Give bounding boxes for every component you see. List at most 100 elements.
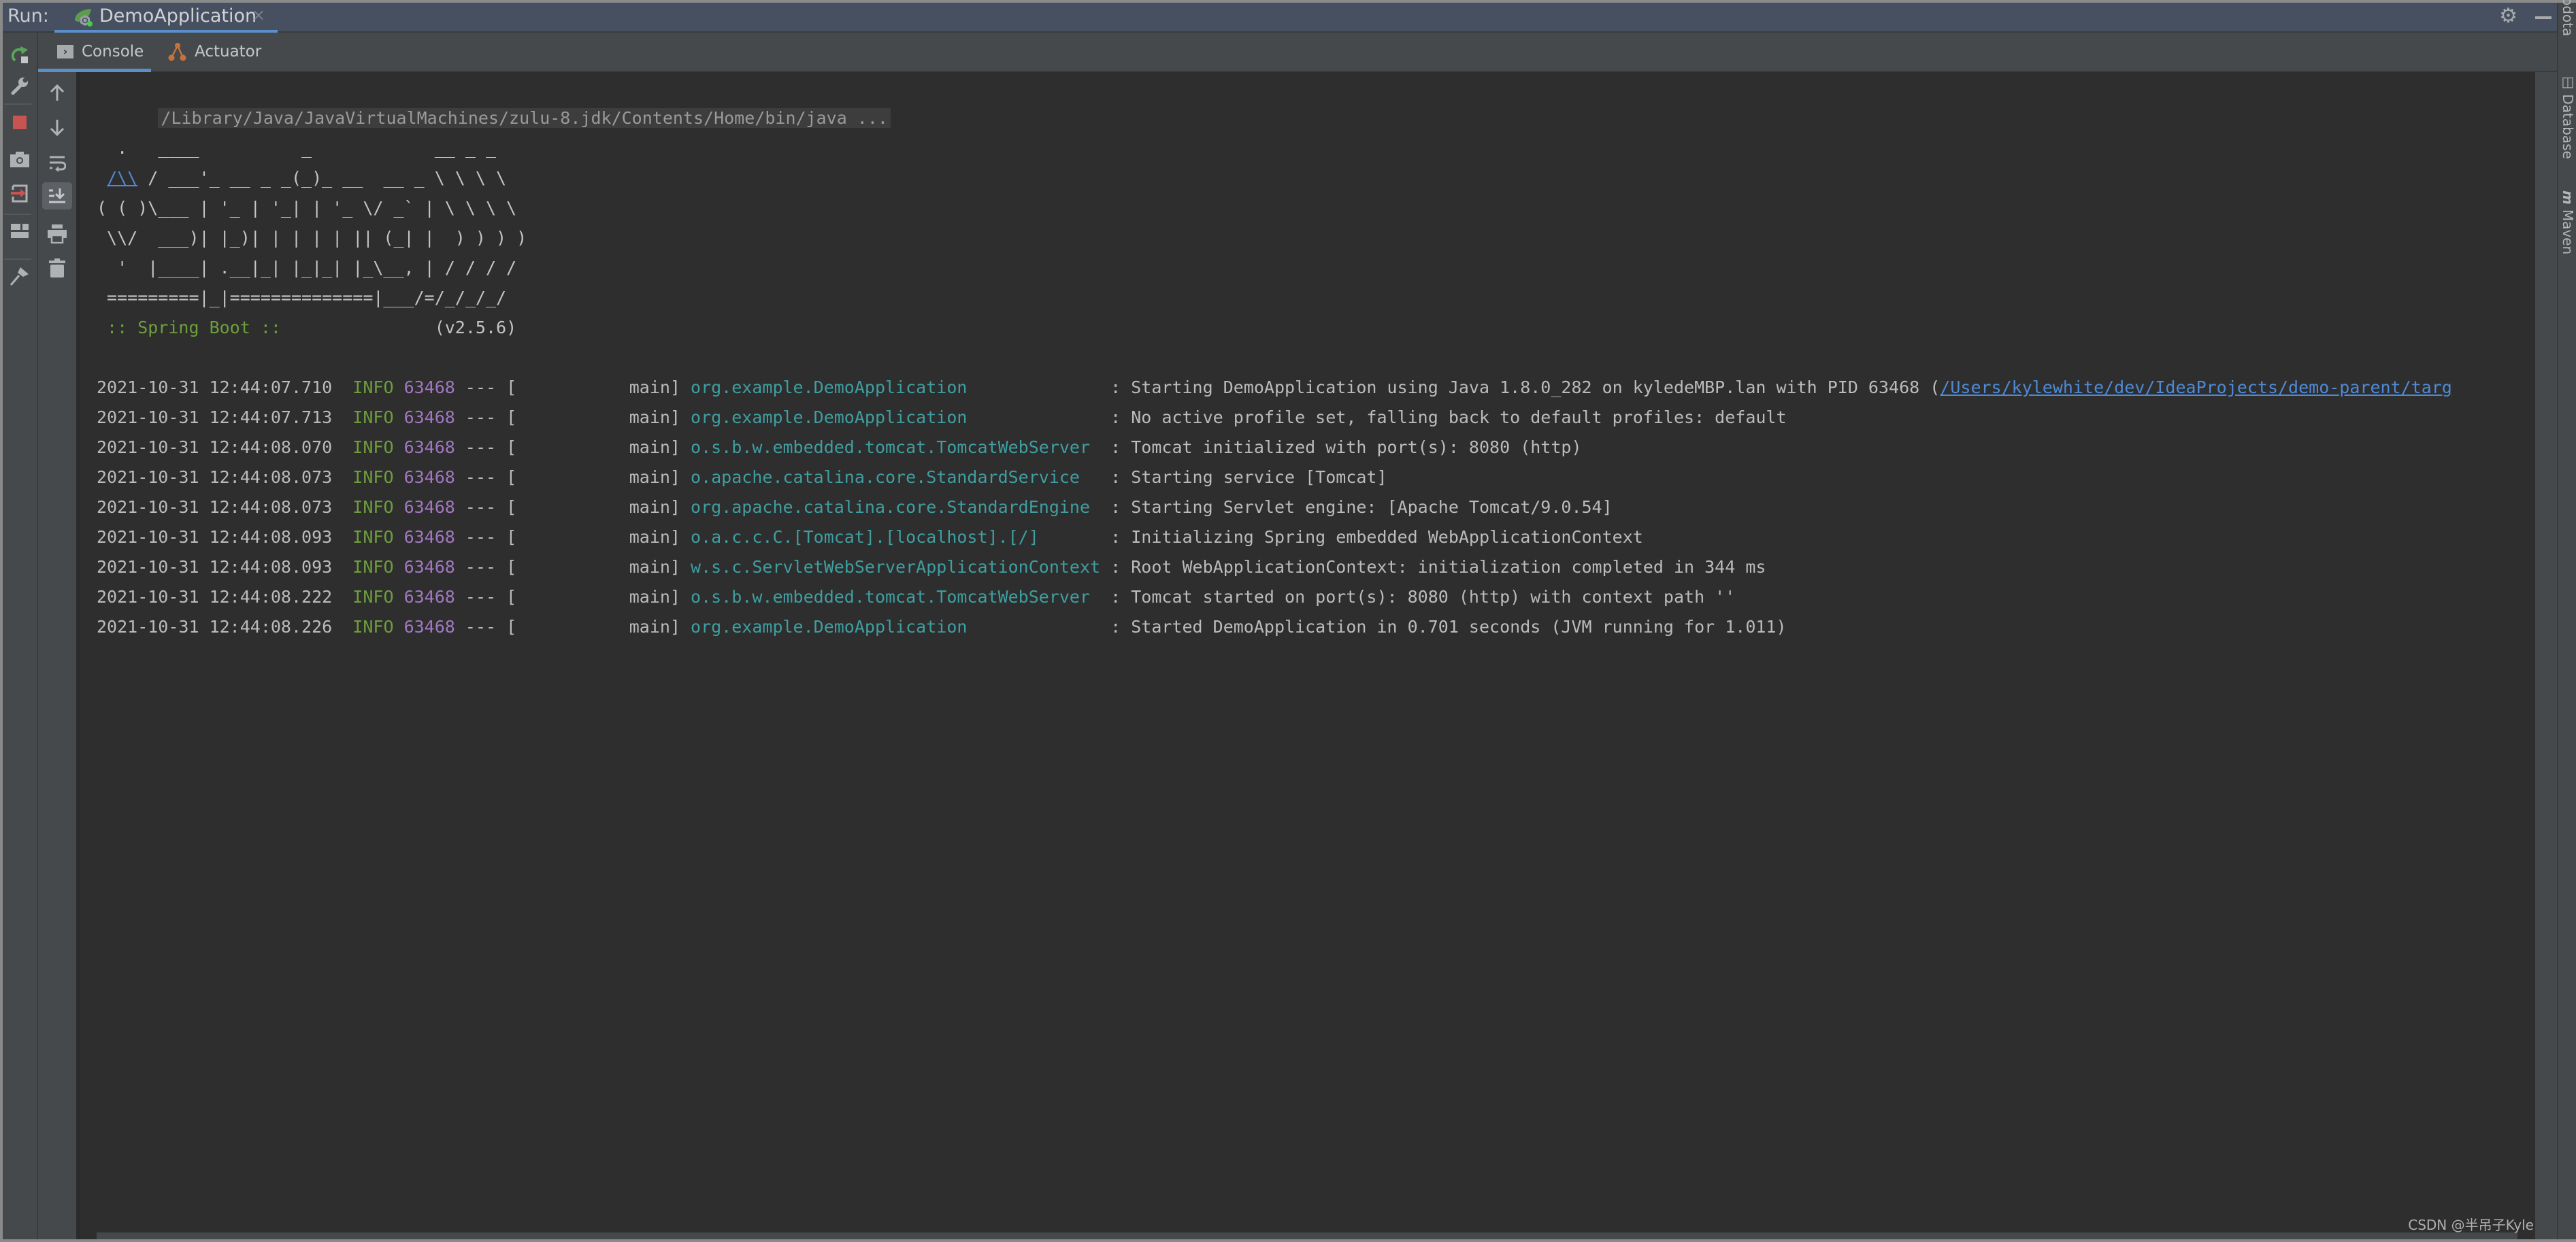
banner-text: / ___'_ __ _ _(_)_ __ __ _ \ \ \ \	[137, 168, 507, 188]
spring-boot-version: (v2.5.6)	[280, 318, 517, 337]
log-logger: org.example.DemoApplication	[691, 377, 1111, 397]
log-line: 2021-10-31 12:44:08.093 INFO 63468 --- […	[97, 522, 1643, 552]
run-actions-toolbar	[3, 33, 38, 1239]
log-line: 2021-10-31 12:44:07.710 INFO 63468 --- […	[97, 373, 2452, 403]
console-output[interactable]: /Library/Java/JavaVirtualMachines/zulu-8…	[80, 72, 2535, 1239]
stripe-item-database-label: Database	[2560, 94, 2576, 159]
console-toolbar	[38, 72, 76, 1239]
log-pid: 63468	[403, 527, 455, 547]
log-thread: --- [ main]	[455, 497, 691, 517]
command-line[interactable]: /Library/Java/JavaVirtualMachines/zulu-8…	[97, 73, 891, 128]
gear-icon[interactable]: ⚙	[2499, 4, 2517, 28]
spring-boot-icon	[75, 9, 93, 27]
banner-link[interactable]: /\\	[107, 168, 137, 188]
pin-icon[interactable]	[3, 263, 37, 290]
stripe-item-odota[interactable]: odota	[2560, 0, 2576, 36]
log-line: 2021-10-31 12:44:08.222 INFO 63468 --- […	[97, 582, 1735, 612]
log-thread: --- [ main]	[455, 527, 691, 547]
run-config-tab[interactable]: DemoApplication ×	[54, 3, 278, 34]
banner-line: . ____ _ __ _ _	[97, 138, 496, 158]
layout-icon[interactable]	[3, 218, 37, 245]
log-level: INFO	[352, 527, 394, 547]
log-level: INFO	[352, 587, 394, 607]
up-arrow-icon[interactable]	[38, 79, 76, 106]
log-pid: 63468	[403, 587, 455, 607]
log-thread: --- [ main]	[455, 407, 691, 427]
log-timestamp: 2021-10-31 12:44:08.073	[97, 467, 333, 487]
actuator-icon	[168, 43, 186, 61]
log-timestamp: 2021-10-31 12:44:08.073	[97, 497, 333, 517]
run-title-bar: Run: DemoApplication × ⚙	[3, 3, 2558, 34]
log-level: INFO	[352, 617, 394, 637]
run-tabs: › Console Actuator	[38, 33, 2558, 72]
log-timestamp: 2021-10-31 12:44:08.226	[97, 617, 333, 637]
log-pid: 63468	[403, 407, 455, 427]
horizontal-scrollbar[interactable]	[97, 1232, 2517, 1239]
log-message: : Initializing Spring embedded WebApplic…	[1110, 527, 1643, 547]
camera-icon[interactable]	[3, 146, 37, 173]
log-message: : Tomcat started on port(s): 8080 (http)…	[1110, 587, 1736, 607]
scroll-to-end-icon[interactable]	[42, 182, 72, 209]
banner-line: ( ( )\___ | '_ | '_| | '_ \/ _` | \ \ \ …	[97, 198, 517, 218]
trash-icon[interactable]	[38, 254, 76, 282]
tab-console[interactable]: › Console	[38, 33, 151, 72]
log-logger: o.a.c.c.C.[Tomcat].[localhost].[/]	[691, 527, 1111, 547]
log-timestamp: 2021-10-31 12:44:07.710	[97, 377, 333, 397]
log-pid: 63468	[403, 377, 455, 397]
log-line: 2021-10-31 12:44:08.073 INFO 63468 --- […	[97, 463, 1387, 492]
log-thread: --- [ main]	[455, 617, 691, 637]
log-pid: 63468	[403, 617, 455, 637]
log-message: : Started DemoApplication in 0.701 secon…	[1110, 617, 1787, 637]
log-level: INFO	[352, 497, 394, 517]
run-label: Run:	[7, 5, 49, 27]
log-line: 2021-10-31 12:44:08.093 INFO 63468 --- […	[97, 552, 1766, 582]
log-message: : Root WebApplicationContext: initializa…	[1110, 557, 1766, 577]
tab-actuator[interactable]: Actuator	[167, 33, 261, 71]
rerun-icon[interactable]	[3, 41, 37, 68]
stripe-item-maven[interactable]: m Maven	[2560, 190, 2576, 254]
spring-boot-version-line: :: Spring Boot :: (v2.5.6)	[97, 313, 516, 343]
log-path-link[interactable]: /Users/kylewhite/dev/IdeaProjects/demo-p…	[1940, 377, 2452, 397]
down-arrow-icon[interactable]	[38, 114, 76, 141]
log-logger: o.s.b.w.embedded.tomcat.TomcatWebServer	[691, 587, 1111, 607]
soft-wrap-icon[interactable]	[38, 150, 76, 177]
close-icon[interactable]: ×	[252, 5, 265, 24]
toolbar-separator	[4, 214, 31, 215]
log-timestamp: 2021-10-31 12:44:08.070	[97, 437, 333, 457]
stop-icon[interactable]	[3, 109, 37, 136]
run-tool-window: Run: DemoApplication × ⚙ › Console Actua…	[3, 0, 2576, 1239]
vertical-scrollbar[interactable]	[2535, 72, 2558, 1239]
stripe-item-database[interactable]: ◫ Database	[2560, 73, 2576, 159]
log-line: 2021-10-31 12:44:08.070 INFO 63468 --- […	[97, 433, 1582, 463]
log-logger: w.s.c.ServletWebServerApplicationContext	[691, 557, 1111, 577]
log-level: INFO	[352, 407, 394, 427]
log-pid: 63468	[403, 557, 455, 577]
log-pid: 63468	[403, 497, 455, 517]
banner-line: \\/ ___)| |_)| | | | | || (_| | ) ) ) )	[97, 228, 527, 248]
log-level: INFO	[352, 557, 394, 577]
exit-icon[interactable]	[3, 180, 37, 207]
log-timestamp: 2021-10-31 12:44:08.093	[97, 527, 333, 547]
print-icon[interactable]	[38, 220, 76, 248]
log-message: : Starting Servlet engine: [Apache Tomca…	[1110, 497, 1613, 517]
minimize-icon[interactable]	[2535, 16, 2552, 19]
log-timestamp: 2021-10-31 12:44:08.222	[97, 587, 333, 607]
console-icon: ›	[57, 45, 73, 58]
banner-line: /\\ / ___'_ __ _ _(_)_ __ __ _ \ \ \ \	[97, 163, 506, 193]
log-logger: org.apache.catalina.core.StandardEngine	[691, 497, 1111, 517]
banner-line: ' |____| .__|_| |_|_| |_\__, | / / / /	[97, 258, 517, 278]
wrench-icon[interactable]	[3, 72, 37, 99]
java-command[interactable]: /Library/Java/JavaVirtualMachines/zulu-8…	[158, 108, 891, 128]
